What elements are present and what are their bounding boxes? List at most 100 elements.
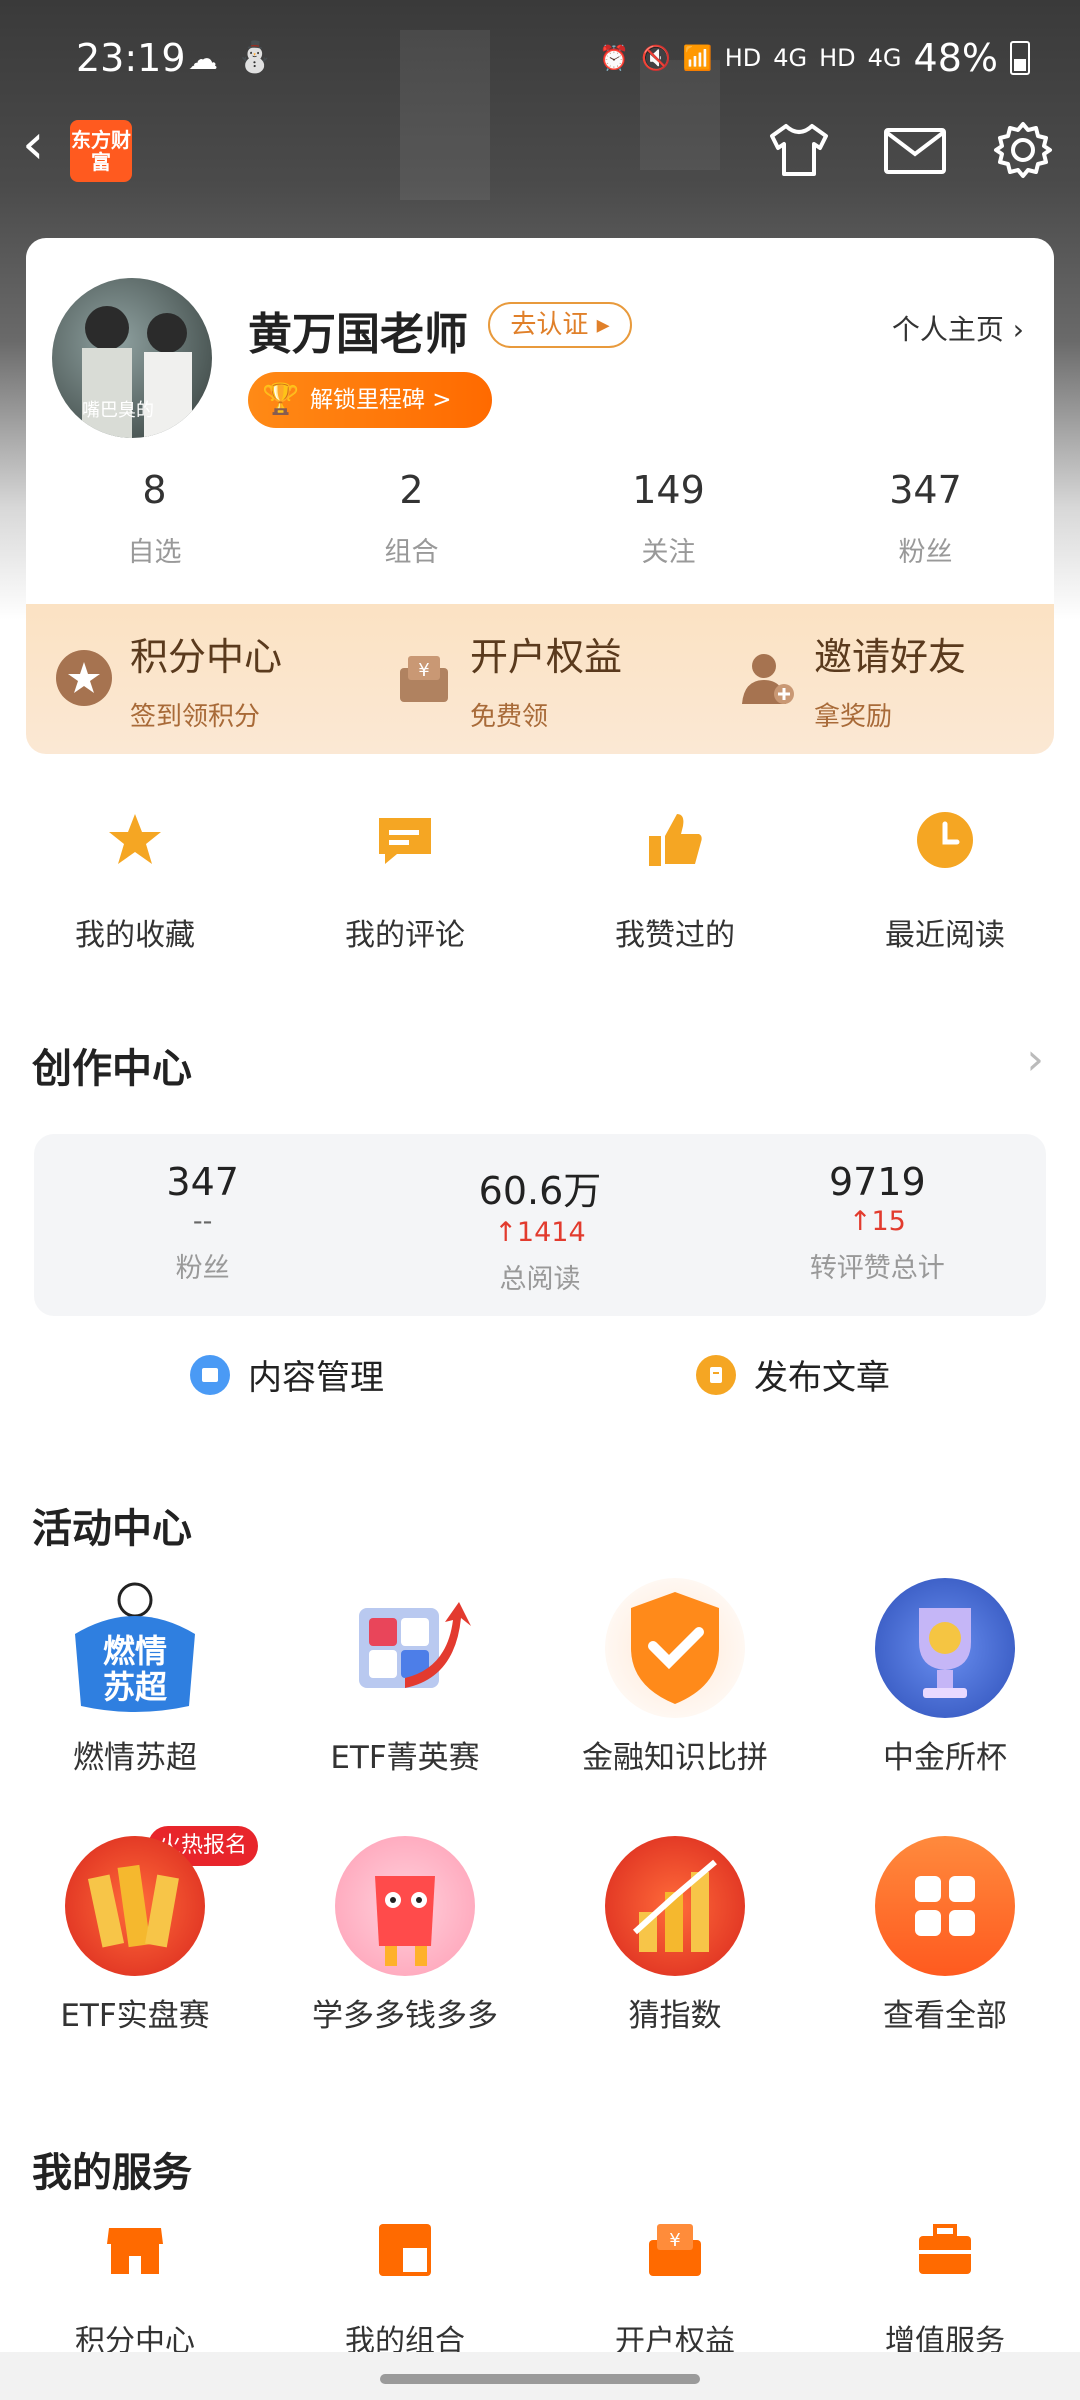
perk-subtitle: 免费领	[470, 702, 549, 732]
activity-row-1: 燃情 苏超 燃情苏超 ETF菁英赛 金融知识比拼 中金所杯	[0, 1578, 1080, 1777]
chevron-right-icon: ›	[1012, 313, 1024, 346]
section-title-activity: 活动中心	[32, 1506, 192, 1552]
store-icon	[107, 2228, 163, 2274]
shirt-icon[interactable]	[764, 118, 834, 182]
stat-value: 149	[632, 468, 705, 512]
stat-fans[interactable]: 347 粉丝	[797, 468, 1054, 578]
quick-comments[interactable]: 我的评论	[270, 810, 540, 970]
notification-figure-icon: ⛄	[236, 40, 274, 75]
activity-item-guess-index[interactable]: 猜指数	[540, 1836, 810, 2035]
stat-label: 关注	[641, 537, 696, 568]
points-star-icon	[56, 650, 112, 706]
metric-value: 9719	[828, 1160, 926, 1204]
stat-label: 组合	[384, 537, 439, 568]
mascot-icon	[335, 1836, 475, 1976]
quick-recent[interactable]: 最近阅读	[810, 810, 1080, 970]
homepage-label: 个人主页	[891, 313, 1004, 346]
metric-fans: 347 -- 粉丝	[34, 1134, 371, 1316]
perk-title: 开户权益	[470, 635, 623, 679]
quick-label: 我赞过的	[615, 918, 735, 953]
invite-person-icon	[742, 654, 794, 704]
content-management-icon	[190, 1354, 230, 1395]
avatar[interactable]: 嘴巴臭的	[52, 278, 212, 438]
activity-row-2: ETF实盘赛 学多多钱多多 猜指数 查看全部	[0, 1836, 1080, 2035]
services-row: 积分中心 我的组合 ¥ 开户权益 增值服务	[0, 2218, 1080, 2360]
mail-icon[interactable]	[880, 118, 950, 182]
settings-gear-icon[interactable]	[988, 118, 1058, 182]
stat-label: 粉丝	[898, 537, 953, 568]
trophy-cup-icon	[875, 1578, 1015, 1718]
content-management-button[interactable]: 内容管理	[190, 1350, 384, 1399]
status-bar: 23:19 ☁ ⛄ ⏰ 🔇 📶 HD 4G HD 4G 48%	[0, 0, 1080, 120]
creation-metrics-card[interactable]: 347 -- 粉丝 60.6万 ↑1414 总阅读 9719 ↑15 转评赞总计	[34, 1134, 1046, 1316]
perk-points-center[interactable]: 积分中心 签到领积分	[26, 604, 366, 754]
svg-text:¥: ¥	[418, 660, 429, 681]
profile-stats: 8 自选 2 组合 149 关注 347 粉丝	[26, 468, 1054, 578]
unlock-milestone-button[interactable]: 🏆 解锁里程碑 >	[248, 372, 492, 428]
finance-shield-icon	[605, 1578, 745, 1718]
svg-text:燃情: 燃情	[103, 1632, 167, 1670]
service-points-center[interactable]: 积分中心	[0, 2218, 270, 2360]
activity-label: 查看全部	[883, 1998, 1007, 2034]
network-4g-label: 4G	[773, 44, 808, 72]
perk-invite-friends[interactable]: 邀请好友 拿奖励	[710, 604, 1054, 754]
home-indicator[interactable]	[380, 2374, 700, 2384]
activity-item-suchao[interactable]: 燃情 苏超 燃情苏超	[0, 1578, 270, 1777]
quick-liked[interactable]: 我赞过的	[540, 810, 810, 970]
perks-bar: 积分中心 签到领积分 ¥ 开户权益 免费领 邀请好友 拿奖励	[26, 604, 1054, 754]
stat-following[interactable]: 149 关注	[540, 468, 797, 578]
stat-portfolios[interactable]: 2 组合	[283, 468, 540, 578]
publish-article-icon	[696, 1354, 736, 1395]
section-title-services: 我的服务	[32, 2150, 192, 2196]
etf-cube-icon	[335, 1578, 475, 1718]
stat-value: 8	[142, 468, 167, 512]
svg-text:苏超: 苏超	[103, 1668, 168, 1706]
service-my-portfolio[interactable]: 我的组合	[270, 2218, 540, 2360]
activity-label: 燃情苏超	[73, 1740, 197, 1776]
thumbs-up-icon	[649, 814, 702, 866]
network-hd-label-2: HD	[819, 44, 856, 72]
verify-button[interactable]: 去认证 ▸	[488, 302, 632, 348]
activity-label: 金融知识比拼	[582, 1740, 768, 1776]
svg-text:¥: ¥	[669, 2230, 680, 2251]
activity-item-learn-earn[interactable]: 学多多钱多多	[270, 1836, 540, 2035]
quick-label: 我的评论	[345, 918, 465, 953]
activity-item-finance-quiz[interactable]: 金融知识比拼	[540, 1578, 810, 1777]
activity-label: 中金所杯	[883, 1740, 1007, 1776]
stat-watchlist[interactable]: 8 自选	[26, 468, 283, 578]
network-4g-label-2: 4G	[867, 44, 902, 72]
activity-label: 猜指数	[628, 1998, 722, 2034]
metric-label: 转评赞总计	[809, 1253, 945, 1284]
stat-value: 2	[399, 468, 424, 512]
status-time: 23:19	[76, 36, 186, 80]
portfolio-icon	[379, 2224, 431, 2276]
trophy-icon: 🏆	[262, 382, 300, 417]
perk-account-benefits[interactable]: ¥ 开户权益 免费领	[366, 604, 710, 754]
section-title-creation: 创作中心	[32, 1046, 192, 1092]
index-chart-icon	[605, 1836, 745, 1976]
activity-item-view-all[interactable]: 查看全部	[810, 1836, 1080, 2035]
stat-label: 自选	[127, 537, 182, 568]
metric-value: 347	[166, 1160, 239, 1204]
activity-item-etf-live[interactable]: ETF实盘赛	[0, 1836, 270, 2035]
service-account-benefits[interactable]: ¥ 开户权益	[540, 2218, 810, 2360]
top-nav: ‹ 东方财富	[0, 112, 1080, 182]
chevron-right-icon[interactable]: ›	[1026, 1034, 1044, 1085]
metric-total-reads: 60.6万 ↑1414 总阅读	[371, 1134, 708, 1316]
status-right-icons: ⏰ 🔇 📶 HD 4G HD 4G 48%	[599, 36, 1030, 80]
briefcase-icon	[919, 2224, 971, 2274]
activity-item-cffex-cup[interactable]: 中金所杯	[810, 1578, 1080, 1777]
quick-favorites[interactable]: 我的收藏	[0, 810, 270, 970]
metric-label: 总阅读	[499, 1264, 581, 1295]
mute-icon: 🔇	[640, 44, 671, 72]
perk-subtitle: 签到领积分	[130, 702, 261, 732]
personal-homepage-link[interactable]: 个人主页 ›	[892, 308, 1024, 348]
user-name: 黄万国老师	[248, 309, 468, 360]
content-management-label: 内容管理	[248, 1358, 384, 1398]
clock-icon	[917, 812, 973, 868]
publish-article-button[interactable]: 发布文章	[696, 1350, 890, 1399]
service-value-added[interactable]: 增值服务	[810, 2218, 1080, 2360]
activity-label: ETF菁英赛	[330, 1740, 480, 1776]
back-arrow-icon[interactable]: ‹	[22, 117, 72, 173]
activity-item-etf-elite[interactable]: ETF菁英赛	[270, 1578, 540, 1777]
